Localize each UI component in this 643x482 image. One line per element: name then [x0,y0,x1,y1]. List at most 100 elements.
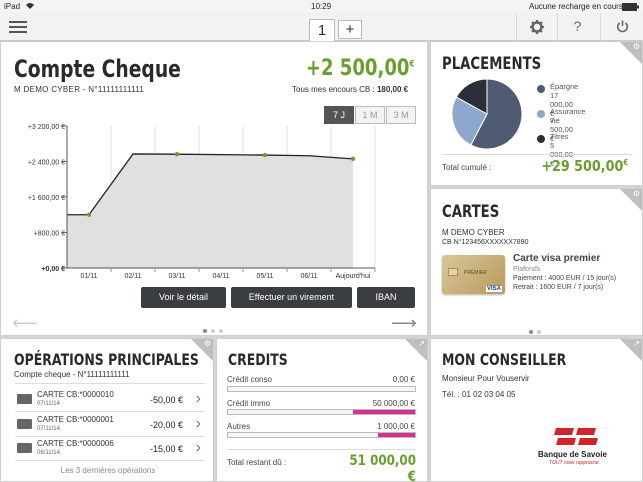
credit-label: Crédit immo [227,399,271,408]
advisor-phone[interactable]: Tél. : 01 02 03 04 05 [442,390,515,399]
x-tick-label: 03/11 [169,273,186,280]
operation-amount: -20,00 € [149,420,183,430]
clock: 10:29 [311,2,332,11]
credit-progress [227,432,416,438]
y-tick-label: +3 200,00 € [28,124,65,131]
add-tab-button[interactable]: + [338,20,362,39]
card-brand: PREMIER [464,270,487,276]
y-tick-label: +2 400,00 € [28,160,65,167]
x-tick-label: 04/11 [213,273,230,280]
advisor-title: MON CONSEILLER [442,350,567,369]
data-point [86,212,92,217]
operations-footer: Les 3 dernières opérations [60,466,156,475]
charge-status: Aucune recharge en cours [529,2,623,11]
wifi-icon [25,2,35,12]
credit-value: 1 000,00 € [377,422,415,431]
placements-title: PLACEMENTS [442,54,542,74]
tab-1[interactable]: 1 [309,19,335,41]
cards-title: CARTES [442,202,500,222]
transfer-button[interactable]: Effectuer un virement [231,287,352,308]
placements-panel: ⚙ PLACEMENTS Épargne 17 000,00 € Assuran… [430,41,643,186]
withdrawal-limit: Retrait : 1600 EUR / 7 jour(s) [513,284,604,291]
placements-pie [451,78,523,150]
card-icon [17,419,32,429]
device-name: iPad [4,2,21,11]
divider [15,383,205,384]
balance-chart: +3 200,00 € +2 400,00 € +1 600,00 € +800,00… [28,124,376,280]
credit-value: 0,00 € [392,375,415,384]
chevron-right-icon: › [195,439,201,456]
credit-value: 50 000,00 € [372,399,415,408]
account-balance: +2 500,00€ [306,56,415,81]
operation-row[interactable]: CARTE CB:*0000006 06/11/14 -15,00 € › [15,437,205,461]
legend-dot [537,110,545,118]
nav-bar: 1 + ? [0,13,643,41]
payment-limit: Paiement : 4000 EUR / 15 jour(s) [513,275,617,282]
gear-icon[interactable] [516,13,556,41]
card-number: CB N°123456XXXXXX7890 [442,239,529,246]
y-tick-label: +0,00 € [41,266,65,273]
operation-label: CARTE CB:*0000010 [37,390,114,399]
account-title: Compte Cheque [14,55,181,83]
x-tick-label: 05/11 [257,273,274,280]
status-bar: iPad 10:29 Aucune recharge en cours [0,0,643,13]
credits-total-value: 51 000,00 € [349,453,416,482]
data-point [350,156,356,162]
legend-label: Titres [550,132,569,141]
credit-progress [227,386,416,392]
credits-total-label: Total restant dû : [227,458,287,467]
page-dots [201,320,225,338]
data-point [262,152,268,158]
operations-account: Compte cheque - N°11111111111 [14,370,130,379]
operation-date: 07/11/14 [37,401,60,407]
account-panel: Compte Cheque +2 500,00€ M DEMO CYBER - … [0,41,428,336]
iban-button[interactable]: IBAN [357,287,415,308]
operation-amount: -15,00 € [149,444,183,454]
legend-dot [537,85,545,93]
operation-row[interactable]: CARTE CB:*0000001 07/11/14 -20,00 € › [15,413,205,437]
data-point [174,151,180,157]
x-tick-label: 01/11 [81,273,98,280]
menu-icon[interactable] [9,21,27,33]
x-tick-label: 06/11 [301,273,318,280]
y-tick-label: +1 600,00 € [28,195,65,202]
operation-date: 06/11/14 [37,450,60,456]
visa-logo: VISA [485,286,502,292]
chip-icon [448,268,458,276]
legend-label: Épargne [550,82,579,91]
card-name: Carte visa premier [513,253,601,264]
operations-title: OPÉRATIONS PRINCIPALES [14,350,199,369]
prev-arrow-icon[interactable]: ⟵ [12,313,38,334]
bank-logo: Banque de Savoie TOUT nous rapproche [535,424,635,474]
card-image[interactable]: PREMIER VISA [442,255,505,294]
x-tick-label: 02/11 [125,273,142,280]
battery-icon [622,3,640,13]
limits-label: Plafonds [513,266,541,273]
operation-label: CARTE CB:*0000006 [37,439,114,448]
next-arrow-icon[interactable]: ⟶ [391,313,417,334]
credit-progress [227,409,416,415]
chevron-right-icon: › [195,390,201,407]
card-icon [17,443,32,453]
advisor-panel: ↗ MON CONSEILLER Monsieur Pour Vouservir… [430,338,643,482]
operation-label: CARTE CB:*0000001 [37,415,114,424]
credit-label: Crédit conso [227,375,272,384]
operation-row[interactable]: CARTE CB:*0000010 07/11/14 -50,00 € › [15,388,205,412]
encours-cb: Tous mes encours CB : 180,00 € [292,85,409,94]
credit-progress-fill [377,433,415,437]
card-holder: M DEMO CYBER [442,228,505,237]
power-icon[interactable] [600,13,643,41]
account-holder: M DEMO CYBER - N°11111111111 [14,85,145,94]
view-detail-button[interactable]: Voir le détail [141,287,226,308]
operations-panel: ⚙ OPÉRATIONS PRINCIPALES Compte cheque -… [0,338,214,482]
card-icon [17,394,32,404]
credits-title: CREDITS [228,350,288,369]
help-button[interactable]: ? [557,13,597,41]
operation-date: 07/11/14 [37,426,60,432]
chevron-right-icon: › [195,415,201,432]
legend-dot [537,135,545,143]
page-dots [527,321,543,339]
divider [227,449,416,450]
cards-panel: ⚙ CARTES M DEMO CYBER CB N°123456XXXXXX7… [430,188,643,336]
divider [442,154,632,155]
